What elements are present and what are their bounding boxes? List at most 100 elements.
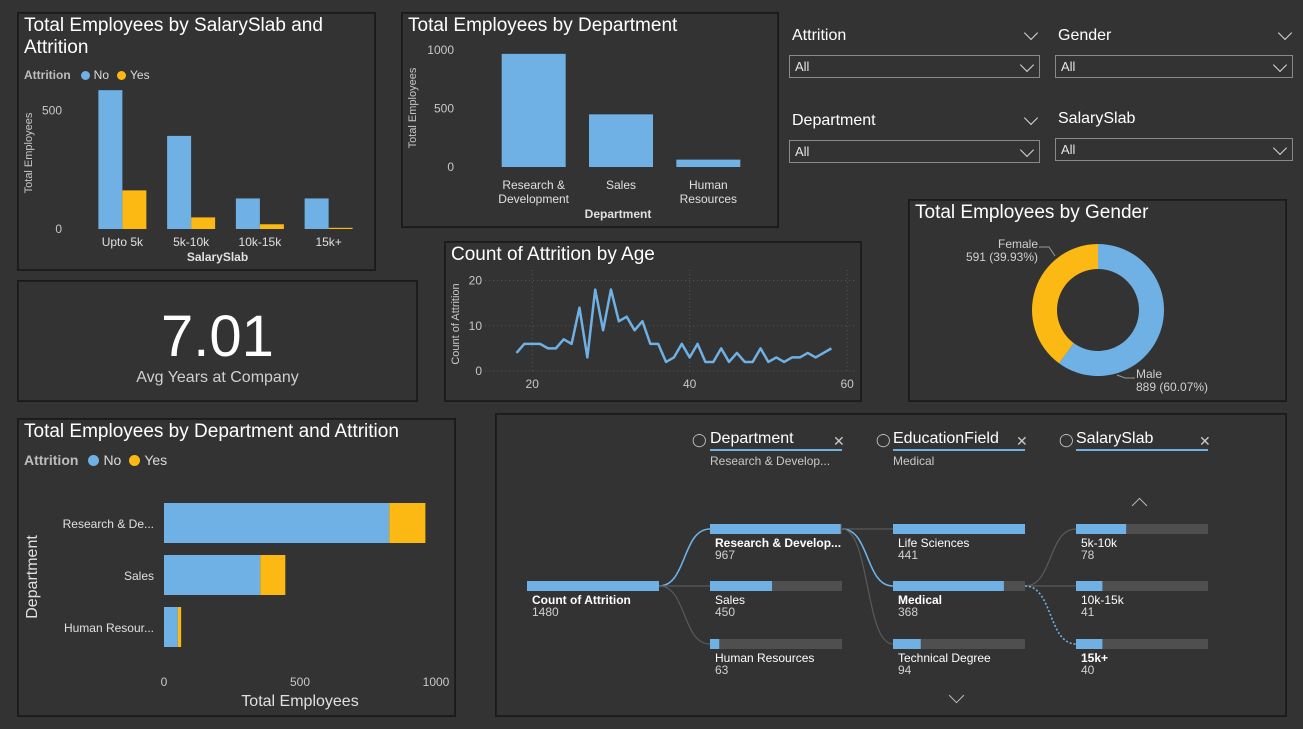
slicer-attrition-title: Attrition	[792, 27, 847, 44]
slicer-attrition-value: All	[795, 59, 810, 74]
department-bar-chart: 0 500 1000 Total Employees Research &Develop…	[407, 43, 741, 221]
x-tick-label: 15k+	[315, 235, 341, 249]
bar-0	[501, 53, 566, 167]
y-axis-label: Total Employees	[407, 67, 419, 148]
kpi-value: 7.01	[161, 304, 274, 369]
gender-chart-card: Total Employees by Gender Female 591 (39.…	[908, 199, 1287, 402]
slicer-attrition-dropdown[interactable]: All	[789, 55, 1040, 78]
decomposition-tree: Count of Attrition1480Research & Develop…	[527, 524, 1208, 677]
x-tick-label: 60	[840, 377, 854, 391]
node-bar	[1076, 581, 1103, 591]
slicer-salaryslab-value: All	[1061, 142, 1076, 157]
x-tick-label: 40	[683, 377, 697, 391]
y-axis-label: Department	[24, 535, 41, 619]
slice-value: 889 (60.07%)	[1136, 380, 1208, 394]
bar-no	[167, 135, 192, 229]
bar-yes	[389, 503, 426, 543]
tree-connector	[1024, 528, 1077, 587]
x-tick-label: Sales	[606, 178, 636, 192]
department-chart-card: Total Employees by Department 0 500 1000 To…	[401, 12, 779, 228]
x-tick-label: Upto 5k	[102, 235, 144, 249]
slice-label: Male	[1136, 367, 1162, 381]
slicer-gender-dropdown[interactable]: All	[1055, 55, 1293, 78]
y-tick-label: Research & De...	[63, 517, 154, 531]
slicer-department-collapse-icon[interactable]	[1023, 110, 1039, 126]
node-track	[710, 639, 842, 649]
y-tick-label: 0	[475, 364, 482, 378]
bar-yes	[122, 190, 147, 229]
x-tick-label: 500	[290, 675, 310, 689]
y-tick-label: 0	[447, 160, 454, 174]
bar-yes	[191, 217, 216, 229]
x-tick-label: 20	[526, 377, 540, 391]
donut-slice-female	[1032, 244, 1098, 364]
chevron-down-icon	[1272, 140, 1288, 156]
slicer-attrition-collapse-icon[interactable]	[1023, 25, 1039, 41]
salary-slab-bar-chart: 0 500 Total Employees Upto 5k 5k-10k 10k-15k 1…	[23, 90, 353, 264]
x-tick-label: Development	[498, 192, 569, 206]
root-bar	[527, 581, 659, 591]
tree-connector	[658, 528, 711, 587]
slicer-gender-title: Gender	[1058, 27, 1112, 44]
node-bar	[710, 581, 773, 591]
bar-no	[164, 555, 261, 595]
tree-connector	[658, 585, 711, 645]
kpi-card: 7.01 Avg Years at Company	[17, 280, 418, 402]
slicer-department-dropdown[interactable]: All	[789, 140, 1040, 163]
dept-attrition-stacked-bar-chart: Research & De... Sales Human Resour... 0 500…	[24, 503, 450, 710]
bar-no	[98, 90, 123, 229]
age-chart-card: Count of Attrition by Age 0 10 20 20 40 60 Cou…	[444, 241, 862, 402]
y-tick-label: 0	[55, 222, 62, 236]
bar-no	[235, 198, 260, 229]
slicer-salaryslab-dropdown[interactable]: All	[1055, 138, 1293, 161]
slicer-gender-collapse-icon[interactable]	[1277, 25, 1293, 41]
node-value: 441	[898, 548, 918, 562]
tree-connector	[841, 528, 894, 645]
bar-no	[164, 607, 178, 647]
leader-line	[1116, 374, 1135, 379]
slicer-department-title: Department	[792, 112, 876, 129]
kpi-label: Avg Years at Company	[136, 369, 299, 386]
tree-connector	[841, 528, 894, 587]
root-value: 1480	[532, 605, 559, 619]
node-value: 368	[898, 605, 918, 619]
node-bar	[893, 639, 921, 649]
slicer-salaryslab-title: SalarySlab	[1058, 110, 1136, 127]
bar-1	[589, 114, 653, 167]
bar-2	[676, 159, 741, 167]
salary-slab-chart-card: Total Employees by SalarySlab and Attrit…	[17, 12, 376, 271]
slice-value: 591 (39.93%)	[966, 250, 1038, 264]
y-tick-label: 20	[469, 274, 483, 288]
slice-label: Female	[998, 237, 1038, 251]
x-axis-label: Department	[585, 207, 652, 221]
bar-yes	[259, 224, 284, 229]
x-tick-label: 0	[161, 675, 168, 689]
node-value: 63	[715, 663, 729, 677]
node-value: 40	[1081, 663, 1095, 677]
gender-donut-chart: Female591 (39.93%) Male889 (60.07%)	[966, 237, 1208, 394]
decomposition-tree-card: ◯ Department ✕ Research & Develop... ◯ E…	[495, 413, 1287, 717]
x-tick-label: 1000	[423, 675, 450, 689]
chevron-down-icon	[1272, 57, 1288, 73]
y-tick-label: Human Resour...	[64, 621, 154, 635]
y-tick-label: 500	[42, 104, 62, 118]
bar-yes	[260, 555, 286, 595]
chevron-down-icon	[1019, 142, 1035, 158]
node-value: 450	[715, 605, 735, 619]
node-bar	[1076, 639, 1103, 649]
tree-connector	[1024, 585, 1077, 645]
bar-no	[164, 503, 390, 543]
slicer-gender-value: All	[1061, 59, 1076, 74]
y-tick-label: Sales	[124, 569, 154, 583]
age-line-chart: 0 10 20 20 40 60 Count of Attrition	[450, 270, 855, 391]
bar-yes	[177, 607, 182, 647]
bar-no	[304, 198, 329, 229]
node-label: Technical Degree	[898, 651, 991, 665]
x-tick-label: Resources	[680, 192, 737, 206]
slicer-department-value: All	[795, 144, 810, 159]
x-axis-label: SalarySlab	[187, 250, 248, 264]
y-tick-label: 500	[434, 102, 454, 116]
node-label: Human Resources	[715, 651, 814, 665]
x-tick-label: 5k-10k	[173, 235, 210, 249]
x-tick-label: 10k-15k	[239, 235, 283, 249]
